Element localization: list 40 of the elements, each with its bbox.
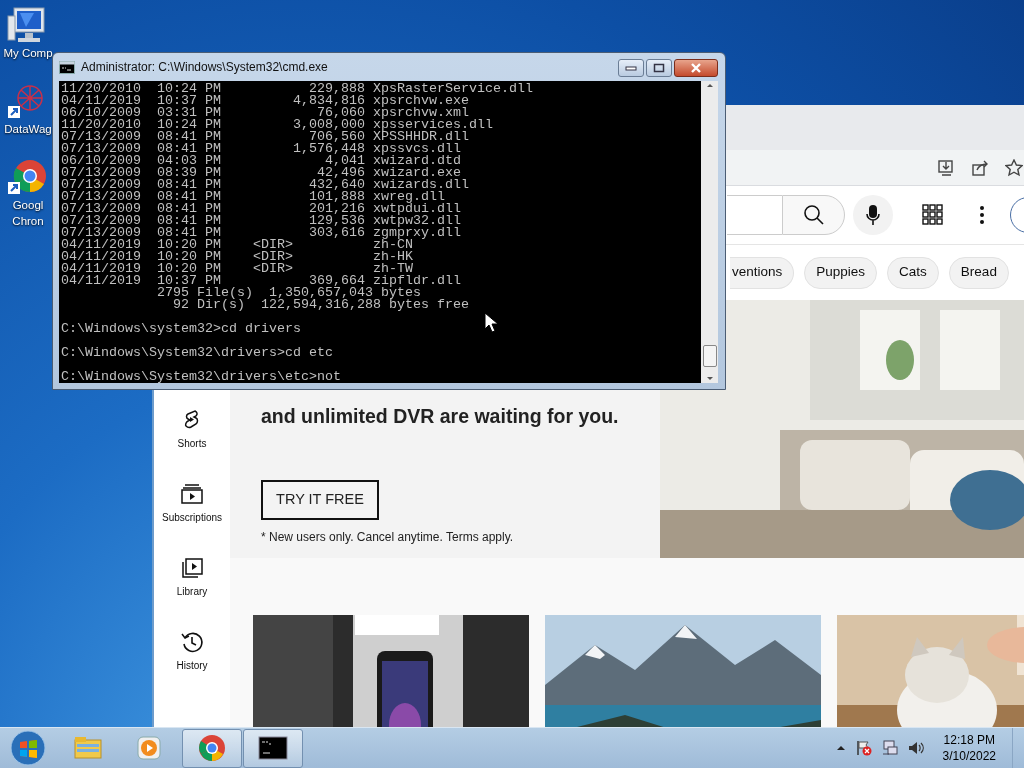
console-line: 04/11/2019 10:20 PM <DIR> zh-TW [61, 263, 413, 275]
console-line: 07/13/2009 08:41 PM 303,616 zgmprxy.dll [61, 227, 462, 239]
console-line: 04/11/2019 10:37 PM 4,834,816 xpsrchvw.exe [61, 95, 469, 107]
sidebar-label[interactable]: Subscriptions [162, 510, 222, 525]
console-line: 04/11/2019 10:37 PM 369,664 zipfldr.dll [61, 275, 462, 287]
filter-chip[interactable]: Bread [948, 256, 1009, 289]
ad-heading: and unlimited DVR are waiting for you. [261, 404, 620, 428]
console-line: 04/11/2019 10:20 PM <DIR> zh-CN [61, 239, 413, 251]
console-line: 11/20/2010 10:24 PM 229,888 XpsRasterService.dll [61, 83, 534, 95]
console-line: 07/13/2009 08:41 PM 101,888 xwreg.dll [61, 191, 445, 203]
sidebar-label[interactable]: Shorts [177, 436, 207, 451]
icon-label[interactable]: DataWag [4, 122, 52, 136]
icon-label[interactable]: Googl [12, 198, 44, 212]
console-line: 04/11/2019 10:20 PM <DIR> zh-HK [61, 251, 414, 263]
sidebar-label[interactable]: History [176, 658, 208, 673]
console-line: 07/13/2009 08:41 PM 129,536 xwtpw32.dll [61, 215, 462, 227]
ad-disclaimer: * New users only. Cancel anytime. Terms apply. [261, 529, 515, 546]
console-line: 06/10/2009 03:31 PM 76,060 xpsrchvw.xml [61, 107, 469, 119]
filter-chip[interactable]: Puppies [804, 256, 878, 289]
window-title: Administrator: C:\Windows\System32\cmd.exe [81, 59, 328, 76]
filter-chip[interactable]: ventions [730, 256, 795, 289]
console-line: 11/20/2010 10:24 PM 3,008,000 xpsservices.dll [61, 119, 494, 131]
icon-label[interactable]: Chron [12, 214, 44, 228]
console-line: C:\Windows\System32\drivers>cd etc [61, 347, 334, 359]
console-line: C:\Windows\System32\drivers\etc>not [61, 371, 342, 383]
console-line: 07/13/2009 08:41 PM 706,560 XPSSHHDR.dll [61, 131, 469, 143]
icon-label[interactable]: My Comp [3, 46, 53, 60]
console-line: 92 Dir(s) 122,594,316,288 bytes free [171, 299, 470, 311]
sidebar-label[interactable]: Library [176, 584, 208, 599]
console-line: 07/13/2009 08:41 PM 201,216 xwtpdui.dll [61, 203, 462, 215]
filter-chip[interactable]: Cats [887, 256, 939, 289]
console-line: 07/13/2009 08:39 PM 42,496 xwizard.exe [61, 167, 461, 179]
clock-time[interactable]: 12:18 PM [942, 732, 996, 748]
try-free-button[interactable]: TRY IT FREE [261, 480, 379, 520]
console-line: 2795 File(s) 1,350,657,043 bytes [155, 287, 421, 299]
console-line: C:\Windows\system32>cd drivers [61, 323, 302, 335]
clock-date[interactable]: 3/10/2022 [942, 748, 996, 764]
console-line: 07/13/2009 08:41 PM 432,640 xwizards.dll [61, 179, 470, 191]
console-line: 07/13/2009 08:41 PM 1,576,448 xpssvcs.dll [61, 143, 462, 155]
console-line: 06/10/2009 04:03 PM 4,041 xwizard.dtd [61, 155, 462, 167]
